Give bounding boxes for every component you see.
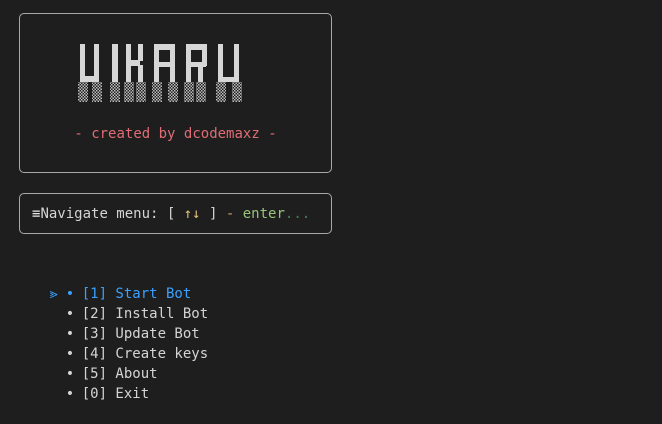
nav-close-bracket: ] (200, 206, 218, 222)
nav-enter-label: enter (242, 206, 285, 222)
main-menu: ⪢ • [1] Start Bot • [2] Install Bot • [3] Up… (16, 264, 208, 402)
nav-label: Navigate menu: [ (40, 206, 184, 222)
menu-item-label: [0] Exit (81, 386, 150, 402)
nav-dots: ... (284, 206, 311, 222)
bullet-icon: • (65, 386, 75, 402)
banner-box: - created by dcodemaxz - (19, 13, 332, 173)
menu-item-start-bot[interactable]: ⪢ • [1] Start Bot (16, 264, 208, 302)
menu-item-exit[interactable]: • [0] Exit (16, 364, 208, 402)
menu-item-about[interactable]: • [5] About (16, 344, 208, 382)
menu-item-update-bot[interactable]: • [3] Update Bot (16, 304, 208, 342)
navigation-hint-box: ≡Navigate menu: [ ↑↓ ] - enter... (19, 193, 332, 234)
menu-item-create-keys[interactable]: • [4] Create keys (16, 324, 208, 362)
menu-item-install-bot[interactable]: • [2] Install Bot (16, 284, 208, 322)
up-down-arrows-icon: ↑↓ (183, 206, 201, 222)
nav-separator: - (217, 206, 243, 222)
tagline: - created by dcodemaxz - (74, 126, 277, 142)
navigation-hint: ≡Navigate menu: [ ↑↓ ] - enter... (32, 205, 310, 223)
vikaru-logo (78, 44, 242, 102)
